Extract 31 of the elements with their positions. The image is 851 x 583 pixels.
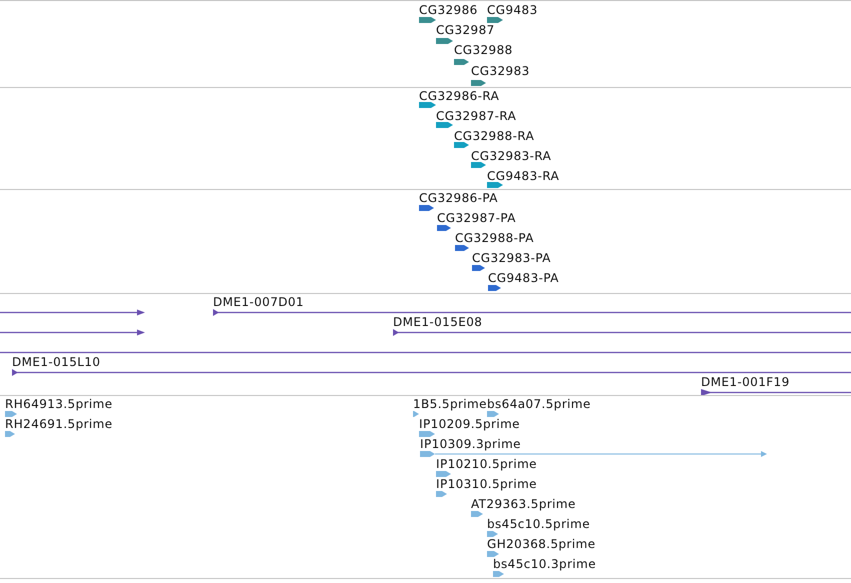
feature-label: CG32983-PA — [472, 251, 551, 265]
feature-label: CG32983-RA — [471, 149, 552, 163]
feature-label: CG32986-RA — [419, 89, 500, 103]
feature-label: RH64913.5prime — [5, 397, 113, 411]
feature-label: DME1-007D01 — [213, 295, 304, 309]
feature-label: CG32986-PA — [419, 191, 498, 205]
feature-label: bs45c10.3prime — [493, 557, 596, 571]
feature-label: CG32988 — [454, 43, 513, 57]
feature-label: CG9483-RA — [487, 169, 560, 183]
feature-label: CG32983 — [471, 64, 530, 78]
feature-label: bs45c10.5prime — [487, 517, 590, 531]
feature-label: CG32986 — [419, 3, 478, 17]
feature-label: DME1-001F19 — [701, 375, 790, 389]
feature-label: CG32988-PA — [455, 231, 534, 245]
feature-label: CG9483-PA — [488, 271, 559, 285]
feature-label: bs64a07.5prime — [487, 397, 591, 411]
feature-label: CG32987-PA — [437, 211, 516, 225]
feature-label: CG32987-RA — [436, 109, 516, 123]
feature-label: IP10210.5prime — [436, 457, 537, 471]
feature-label: GH20368.5prime — [487, 537, 596, 551]
feature-label: 1B5.5prime — [413, 397, 487, 411]
feature-label: DME1-015E08 — [393, 315, 482, 329]
feature-label: RH24691.5prime — [5, 417, 113, 431]
feature-label: DME1-015L10 — [12, 355, 100, 369]
feature-label: IP10310.5prime — [436, 477, 537, 491]
feature-label: IP10209.5prime — [419, 417, 520, 431]
feature-label: AT29363.5prime — [471, 497, 576, 511]
feature-label: CG32987 — [436, 23, 495, 37]
feature-label: IP10309.3prime — [420, 437, 521, 451]
feature-label: CG9483 — [487, 3, 538, 17]
feature-label: CG32988-RA — [454, 129, 534, 143]
